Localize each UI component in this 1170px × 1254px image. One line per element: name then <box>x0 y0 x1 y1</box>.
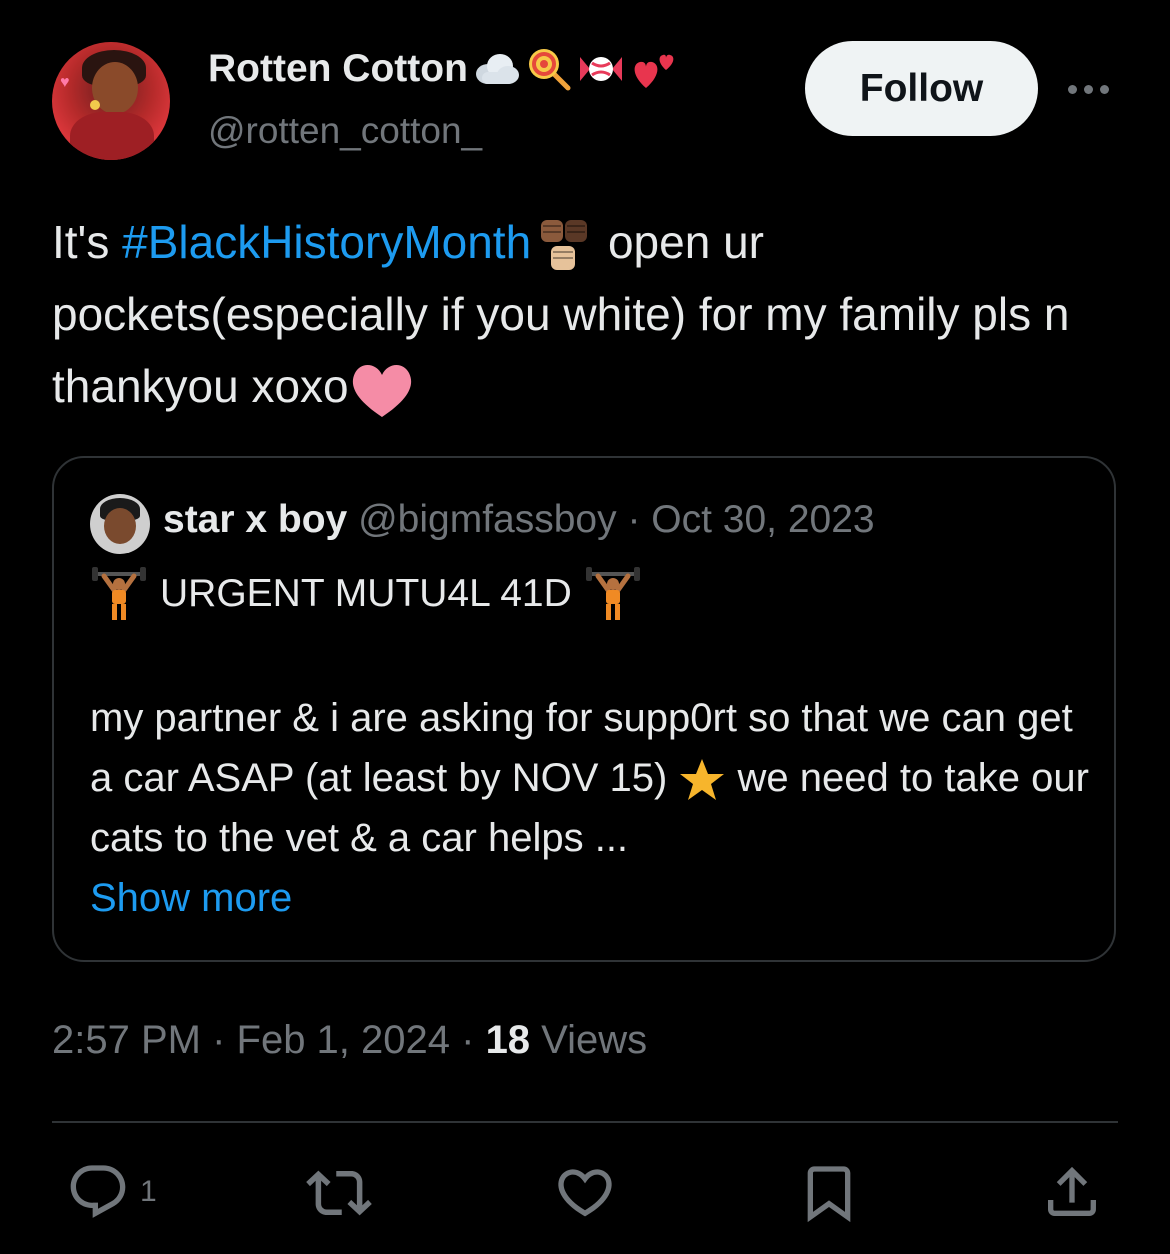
quoted-tweet-header: star x boy @bigmfassboy · Oct 30, 2023 <box>163 498 875 542</box>
tweet-date[interactable]: Feb 1, 2024 <box>237 1018 451 1062</box>
divider <box>52 1121 1118 1123</box>
quoted-author-handle[interactable]: @bigmfassboy <box>358 498 617 541</box>
cloud-icon <box>475 54 519 84</box>
quoted-headline-text: URGENT MUTU4L 41D <box>160 572 572 615</box>
bookmark-button[interactable] <box>797 1160 861 1226</box>
author-name-text: Rotten Cotton <box>208 47 468 90</box>
weightlifter-icon <box>92 567 146 620</box>
tweet-time[interactable]: 2:57 PM <box>52 1018 201 1062</box>
author-avatar[interactable]: ♥ <box>52 42 170 160</box>
views-count[interactable]: 18 <box>486 1018 531 1062</box>
candy-icon <box>579 57 622 81</box>
weightlifter-icon <box>585 567 640 620</box>
hashtag-link[interactable]: #BlackHistoryMonth <box>122 216 531 268</box>
quoted-tweet-headline: URGENT MUTU4L 41D <box>90 566 642 622</box>
reply-icon <box>70 1165 126 1218</box>
pink-heart-icon <box>352 364 411 417</box>
author-name-emojis <box>474 46 678 92</box>
quoted-tweet-body: my partner & i are asking for supp0rt so… <box>90 688 1090 928</box>
follow-button[interactable]: Follow <box>805 41 1038 136</box>
raised-fists-icon <box>541 219 588 270</box>
author-handle[interactable]: @rotten_cotton_ <box>208 110 482 152</box>
lollipop-icon <box>528 49 571 91</box>
views-label: Views <box>530 1018 648 1062</box>
quoted-separator: · <box>616 498 652 541</box>
tweet-meta: 2:57 PM · Feb 1, 2024 · 18 Views <box>52 1018 647 1063</box>
bookmark-icon <box>807 1166 851 1223</box>
reply-button[interactable]: 1 <box>66 1160 157 1224</box>
quoted-author-avatar[interactable] <box>90 494 150 554</box>
quoted-author-name[interactable]: star x boy <box>163 498 347 541</box>
author-name[interactable]: Rotten Cotton <box>208 46 678 92</box>
share-button[interactable] <box>1040 1160 1104 1224</box>
tweet-text: It's #BlackHistoryMonth open ur pockets(… <box>52 206 1132 422</box>
tweet-text-start: It's <box>52 216 123 268</box>
quoted-date[interactable]: Oct 30, 2023 <box>651 498 874 541</box>
heart-icon <box>558 1169 612 1217</box>
share-icon <box>1048 1166 1096 1216</box>
like-button[interactable] <box>553 1160 617 1224</box>
meta-separator: · <box>200 1018 237 1062</box>
two-hearts-icon <box>634 54 674 88</box>
more-options-icon[interactable] <box>1068 74 1114 104</box>
meta-separator: · <box>450 1018 486 1062</box>
show-more-link[interactable]: Show more <box>90 876 292 920</box>
repost-icon <box>306 1170 372 1216</box>
reply-count: 1 <box>140 1175 157 1208</box>
repost-button[interactable] <box>306 1160 372 1226</box>
star-icon <box>680 759 725 801</box>
